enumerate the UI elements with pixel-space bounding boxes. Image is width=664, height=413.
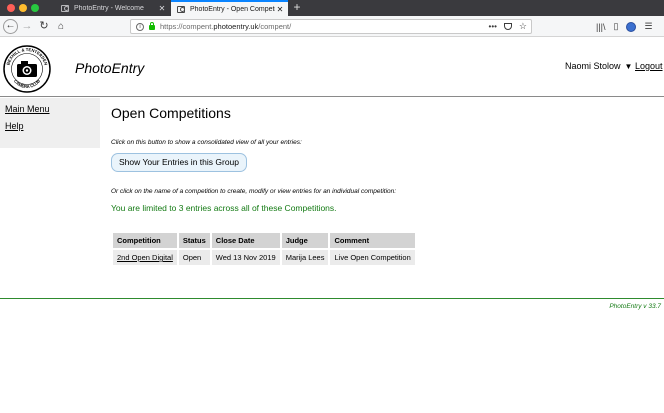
brand-title: PhotoEntry bbox=[75, 60, 145, 76]
version-label: PhotoEntry v 33.7 bbox=[609, 303, 661, 310]
url-text[interactable]: https://compent.photoentry.uk/compent/ bbox=[160, 22, 291, 31]
page-actions-menu-icon[interactable]: ••• bbox=[489, 22, 497, 31]
account-avatar-icon[interactable] bbox=[626, 21, 637, 32]
sidebar: Main Menu Help bbox=[0, 98, 100, 148]
window-maximize-button[interactable] bbox=[31, 4, 39, 12]
page: BEXHILL & TENTERDEN CAMERA CLUB PhotoEnt… bbox=[0, 38, 664, 413]
sidebar-toggle-icon[interactable]: ▯ bbox=[614, 21, 619, 32]
page-title: Open Competitions bbox=[111, 105, 231, 121]
url-bar[interactable]: i https://compent.photoentry.uk/compent/… bbox=[130, 19, 532, 34]
forward-arrow-icon[interactable]: → bbox=[21, 18, 33, 35]
url-actions: ••• ☆ bbox=[489, 20, 527, 33]
column-header: Close Date bbox=[211, 233, 280, 248]
tab-title: PhotoEntry - Welcome bbox=[74, 4, 144, 12]
caret-down-icon: ▼ bbox=[624, 61, 633, 71]
competition-link[interactable]: 2nd Open Digital bbox=[113, 250, 177, 265]
column-header: Comment bbox=[330, 233, 415, 248]
close-icon[interactable]: ✕ bbox=[275, 5, 285, 14]
tab-open-competitions[interactable]: PhotoEntry - Open Competition ✕ bbox=[171, 0, 288, 16]
toolbar-icons: |||\ ▯ ☰ bbox=[596, 19, 653, 34]
window-close-button[interactable] bbox=[7, 4, 15, 12]
browser-navbar: ← → ↻ ⌂ i https://compent.photoentry.uk/… bbox=[0, 16, 664, 37]
instruction-text: Or click on the name of a competition to… bbox=[111, 188, 397, 195]
column-header: Judge bbox=[281, 233, 329, 248]
camera-favicon-icon bbox=[61, 4, 69, 12]
tab-title: PhotoEntry - Open Competition bbox=[190, 5, 275, 13]
intro-text: Click on this button to show a consolida… bbox=[111, 139, 302, 146]
browser-titlebar: PhotoEntry - Welcome ✕ PhotoEntry - Open… bbox=[0, 0, 664, 16]
column-header: Competition bbox=[113, 233, 177, 248]
table-header-row: Competition Status Close Date Judge Comm… bbox=[113, 233, 415, 248]
status-cell: Open bbox=[178, 250, 210, 265]
bookmark-star-icon[interactable]: ☆ bbox=[519, 21, 527, 32]
camera-club-logo[interactable]: BEXHILL & TENTERDEN CAMERA CLUB bbox=[2, 44, 52, 94]
close-icon[interactable]: ✕ bbox=[157, 4, 167, 13]
table-row: 2nd Open Digital Open Wed 13 Nov 2019 Ma… bbox=[113, 250, 415, 265]
lock-icon bbox=[149, 22, 155, 30]
user-name: Naomi Stolow bbox=[565, 61, 621, 71]
comment-cell: Live Open Competition bbox=[330, 250, 415, 265]
user-menu[interactable]: Naomi Stolow ▼ bbox=[565, 61, 632, 71]
logout-link[interactable]: Logout bbox=[635, 61, 663, 71]
library-icon[interactable]: |||\ bbox=[596, 22, 606, 32]
sidebar-item-main-menu[interactable]: Main Menu bbox=[5, 104, 50, 114]
reload-icon[interactable]: ↻ bbox=[38, 18, 50, 35]
competitions-table: Competition Status Close Date Judge Comm… bbox=[111, 231, 417, 267]
new-tab-button[interactable]: + bbox=[290, 0, 304, 16]
entry-limit-notice: You are limited to 3 entries across all … bbox=[111, 203, 337, 213]
back-arrow-icon[interactable]: ← bbox=[3, 19, 18, 34]
camera-favicon-icon bbox=[177, 5, 185, 13]
show-entries-button[interactable]: Show Your Entries in this Group bbox=[111, 153, 247, 172]
sidebar-item-help[interactable]: Help bbox=[5, 121, 24, 131]
main-content: Open Competitions Click on this button t… bbox=[111, 105, 651, 265]
home-icon[interactable]: ⌂ bbox=[55, 18, 67, 35]
footer-divider bbox=[0, 298, 664, 299]
tab-welcome[interactable]: PhotoEntry - Welcome ✕ bbox=[55, 0, 170, 16]
column-header: Status bbox=[178, 233, 210, 248]
info-icon[interactable]: i bbox=[136, 22, 144, 31]
window-minimize-button[interactable] bbox=[19, 4, 27, 12]
hamburger-menu-icon[interactable]: ☰ bbox=[644, 21, 652, 32]
site-header: BEXHILL & TENTERDEN CAMERA CLUB PhotoEnt… bbox=[0, 38, 664, 97]
close-date-cell: Wed 13 Nov 2019 bbox=[211, 250, 280, 265]
pocket-icon[interactable] bbox=[503, 23, 512, 30]
judge-cell: Marija Lees bbox=[281, 250, 329, 265]
